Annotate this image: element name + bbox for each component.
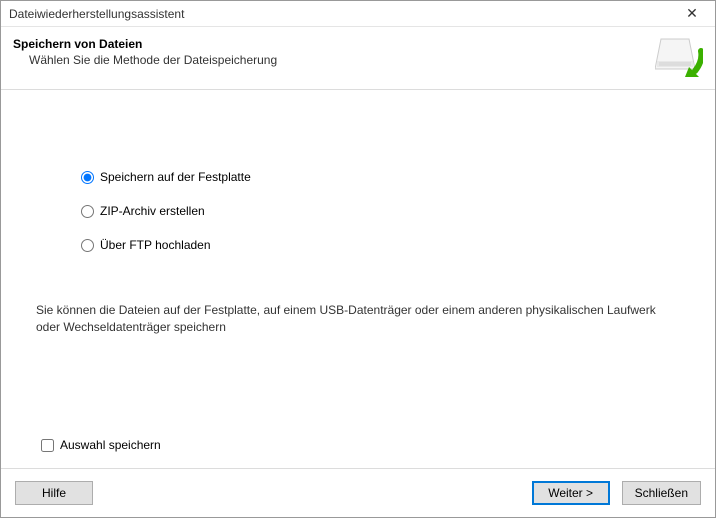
header: Speichern von Dateien Wählen Sie die Met… [1, 27, 715, 89]
radio-create-zip-input[interactable] [81, 205, 94, 218]
save-selection-checkbox[interactable]: Auswahl speichern [41, 438, 161, 452]
page-subtitle: Wählen Sie die Methode der Dateispeicher… [29, 53, 655, 67]
window-title: Dateiwiederherstellungsassistent [9, 7, 184, 21]
radio-create-zip[interactable]: ZIP-Archiv erstellen [81, 204, 685, 218]
close-icon[interactable]: ✕ [677, 5, 707, 22]
close-button[interactable]: Schließen [622, 481, 701, 505]
radio-ftp-upload-input[interactable] [81, 239, 94, 252]
radio-save-to-disk-input[interactable] [81, 171, 94, 184]
radio-label: ZIP-Archiv erstellen [100, 204, 205, 218]
checkbox-label: Auswahl speichern [60, 438, 161, 452]
radio-save-to-disk[interactable]: Speichern auf der Festplatte [81, 170, 685, 184]
save-selection-input[interactable] [41, 439, 54, 452]
radio-label: Über FTP hochladen [100, 238, 211, 252]
radio-label: Speichern auf der Festplatte [100, 170, 251, 184]
footer: Hilfe Weiter > Schließen [1, 468, 715, 517]
page-title: Speichern von Dateien [13, 37, 655, 51]
radio-ftp-upload[interactable]: Über FTP hochladen [81, 238, 685, 252]
header-text: Speichern von Dateien Wählen Sie die Met… [13, 37, 655, 67]
content-area: Speichern auf der Festplatte ZIP-Archiv … [1, 89, 715, 468]
help-button[interactable]: Hilfe [15, 481, 93, 505]
drive-save-icon [655, 37, 703, 79]
titlebar: Dateiwiederherstellungsassistent ✕ [1, 1, 715, 27]
next-button[interactable]: Weiter > [532, 481, 610, 505]
method-description: Sie können die Dateien auf der Festplatt… [36, 302, 676, 336]
save-method-group: Speichern auf der Festplatte ZIP-Archiv … [81, 170, 685, 252]
